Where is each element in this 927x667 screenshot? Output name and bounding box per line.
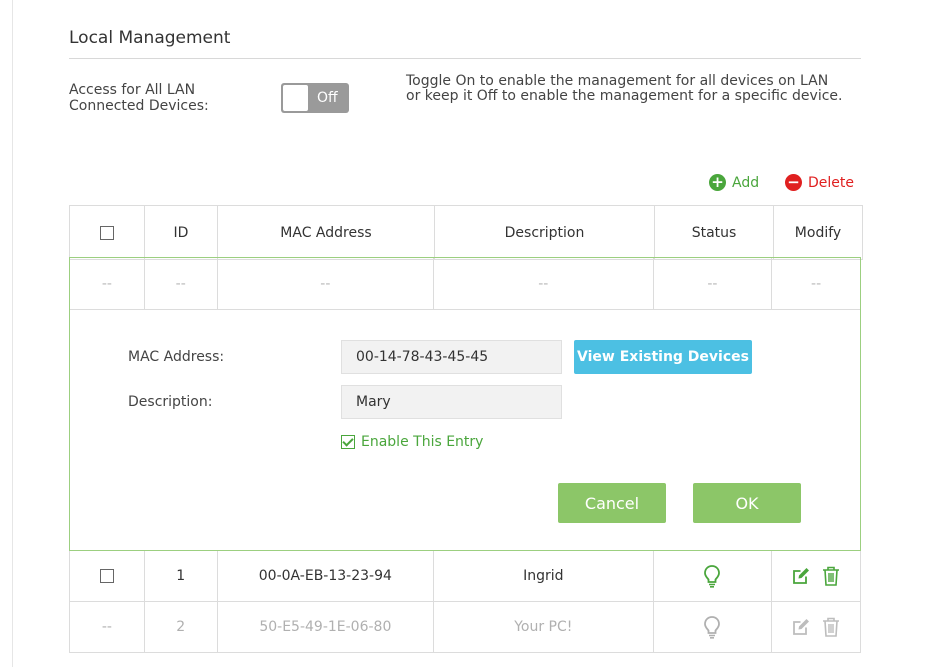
row-id: 2 [145,602,218,652]
header-mac: MAC Address [218,206,435,259]
edit-icon[interactable] [792,567,810,585]
status-cell [654,551,773,601]
table-row: -- 2 50-E5-49-1E-06-80 Your PC! [69,602,861,653]
description-input[interactable]: Mary [341,385,562,419]
enable-entry-label: Enable This Entry [361,434,484,450]
placeholder-cell: -- [218,258,435,309]
access-toggle[interactable]: Off [281,83,349,113]
ok-button[interactable]: OK [693,483,801,523]
mac-address-input[interactable]: 00-14-78-43-45-45 [341,340,562,374]
modify-cell [772,602,860,652]
header-id: ID [145,206,218,259]
select-all-cell [70,206,145,259]
title-divider [69,58,861,59]
cancel-button[interactable]: Cancel [558,483,666,523]
access-label: Access for All LAN Connected Devices: [69,82,209,114]
plus-icon: + [709,174,726,191]
mac-label: MAC Address: [128,349,225,365]
placeholder-cell: -- [654,258,773,309]
new-entry-row: -- -- -- -- -- -- [70,258,860,310]
delete-button[interactable]: − Delete [785,174,854,191]
view-existing-devices-button[interactable]: View Existing Devices [574,340,752,374]
bulb-icon[interactable] [703,564,721,588]
trash-icon [823,617,840,637]
help-text: Toggle On to enable the management for a… [406,73,843,104]
row-checkbox[interactable] [99,569,114,583]
table-header: ID MAC Address Description Status Modify [69,205,863,260]
select-all-checkbox[interactable] [100,225,114,240]
row-select-cell [70,551,145,601]
trash-icon[interactable] [822,566,840,586]
placeholder-cell: -- [145,258,218,309]
row-select-cell: -- [70,602,145,652]
checkbox-checked-icon [341,435,355,449]
row-id: 1 [145,551,218,601]
add-button[interactable]: + Add [709,174,759,191]
edit-panel: -- -- -- -- -- -- MAC Address: 00-14-78-… [69,257,861,551]
placeholder-cell: -- [811,275,822,292]
header-description: Description [435,206,655,259]
modify-cell [772,551,860,601]
delete-label: Delete [808,174,854,191]
add-label: Add [732,174,760,191]
bulb-icon [704,616,721,639]
header-modify: Modify [794,224,842,241]
enable-entry-checkbox[interactable]: Enable This Entry [341,434,483,450]
toggle-state: Off [317,90,338,106]
minus-icon: − [785,174,802,191]
row-mac: 50-E5-49-1E-06-80 [218,602,435,652]
row-description: Your PC! [434,602,654,652]
status-cell [654,602,773,652]
section-title: Local Management [69,28,231,48]
toggle-knob [283,85,308,111]
description-label: Description: [128,394,213,410]
placeholder-cell: -- [434,258,654,309]
header-status: Status [655,206,774,259]
row-description: Ingrid [434,551,654,601]
edit-icon [793,619,810,635]
row-mac: 00-0A-EB-13-23-94 [218,551,435,601]
placeholder-cell: -- [70,258,145,309]
table-row: 1 00-0A-EB-13-23-94 Ingrid [69,551,861,602]
